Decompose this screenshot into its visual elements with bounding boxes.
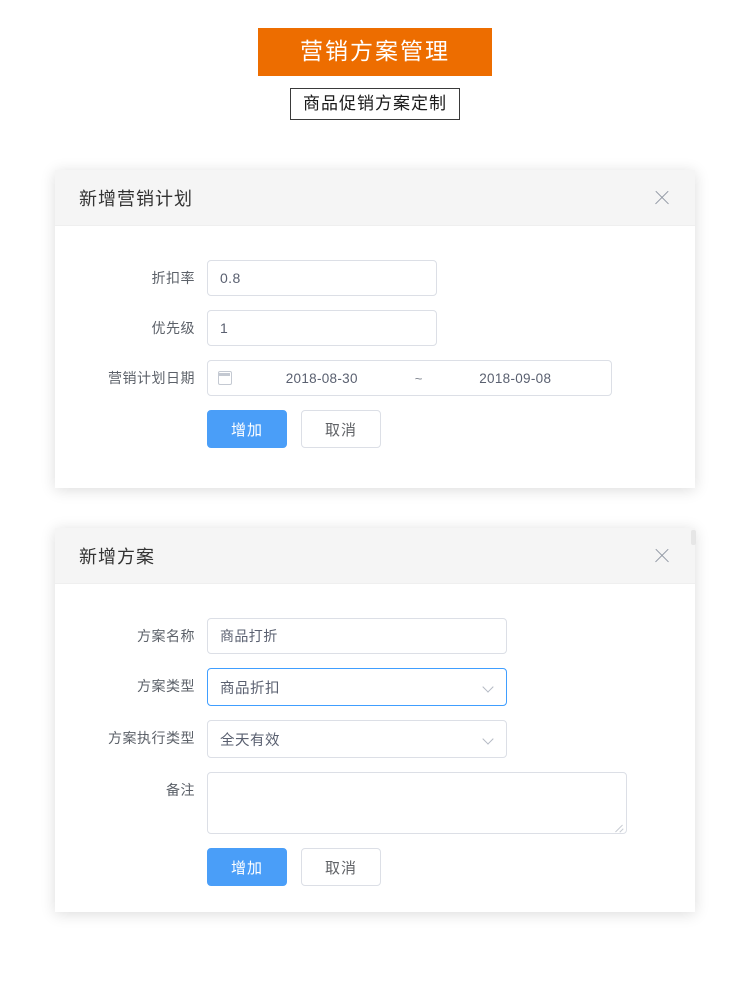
close-icon[interactable] — [651, 187, 673, 209]
page-header: 营销方案管理 商品促销方案定制 — [0, 0, 750, 121]
scheme-exec-type-value: 全天有效 — [220, 732, 280, 749]
add-button[interactable]: 增加 — [207, 410, 287, 448]
field-discount-rate: 0.8 — [207, 260, 437, 296]
resize-handle-icon[interactable] — [614, 821, 624, 831]
field-plan-date: 2018-08-30 ~ 2018-09-08 — [207, 360, 612, 396]
cancel-button[interactable]: 取消 — [301, 410, 381, 448]
calendar-icon — [218, 371, 232, 385]
field-remark — [207, 772, 627, 834]
plan-date-start[interactable]: 2018-08-30 — [236, 371, 408, 386]
subtitle-wrapper: 商品促销方案定制 — [0, 88, 750, 121]
label-scheme-exec-type: 方案执行类型 — [108, 730, 195, 746]
plan-date-range-picker[interactable]: 2018-08-30 ~ 2018-09-08 — [207, 360, 612, 396]
close-icon[interactable] — [651, 545, 673, 567]
label-discount-rate: 折扣率 — [151, 270, 195, 286]
discount-rate-input[interactable]: 0.8 — [207, 260, 437, 296]
add-button[interactable]: 增加 — [207, 848, 287, 886]
dialog-header: 新增方案 — [55, 528, 695, 584]
form-row-plan-date: 营销计划日期 2018-08-30 ~ 2018-09-08 — [55, 360, 695, 396]
page-title-banner: 营销方案管理 — [258, 28, 492, 76]
dialog-scheme-button-row: 增加 取消 — [55, 848, 695, 886]
label-remark: 备注 — [166, 782, 195, 798]
plan-date-separator: ~ — [414, 370, 423, 386]
chevron-down-icon — [483, 734, 494, 745]
dialog-body: 折扣率 0.8 优先级 1 营销计划日期 2018-08-30 ~ 2018-0… — [55, 226, 695, 448]
form-row-discount-rate: 折扣率 0.8 — [55, 260, 695, 296]
field-priority: 1 — [207, 310, 437, 346]
remark-textarea[interactable] — [207, 772, 627, 834]
label-scheme-type: 方案类型 — [137, 678, 195, 694]
label-scheme-name: 方案名称 — [137, 628, 195, 644]
page-subtitle: 商品促销方案定制 — [290, 88, 460, 121]
scheme-type-value: 商品折扣 — [220, 680, 280, 697]
field-scheme-exec-type: 全天有效 — [207, 720, 507, 758]
dialog-title: 新增方案 — [79, 546, 155, 567]
scheme-type-select[interactable]: 商品折扣 — [207, 668, 507, 706]
form-row-scheme-type: 方案类型 商品折扣 — [55, 668, 695, 706]
field-scheme-name: 商品打折 — [207, 618, 507, 654]
cancel-button[interactable]: 取消 — [301, 848, 381, 886]
dialog-new-scheme: 新增方案 方案名称 商品打折 方案类型 商品折扣 方案执行类型 全天有效 备注 … — [55, 528, 696, 912]
dialog-header: 新增营销计划 — [55, 170, 695, 226]
field-scheme-type: 商品折扣 — [207, 668, 507, 706]
scheme-name-input[interactable]: 商品打折 — [207, 618, 507, 654]
label-plan-date: 营销计划日期 — [108, 370, 195, 386]
dialog-new-marketing-plan: 新增营销计划 折扣率 0.8 优先级 1 营销计划日期 2018-08-30 ~… — [55, 170, 695, 488]
scrollbar-fragment[interactable] — [691, 530, 696, 545]
form-row-priority: 优先级 1 — [55, 310, 695, 346]
dialog-plan-button-row: 增加 取消 — [55, 410, 695, 448]
scheme-exec-type-select[interactable]: 全天有效 — [207, 720, 507, 758]
form-row-scheme-exec-type: 方案执行类型 全天有效 — [55, 720, 695, 758]
dialog-title: 新增营销计划 — [79, 188, 193, 209]
form-row-remark: 备注 — [55, 772, 695, 834]
plan-date-end[interactable]: 2018-09-08 — [430, 371, 602, 386]
label-priority: 优先级 — [151, 320, 195, 336]
form-row-scheme-name: 方案名称 商品打折 — [55, 618, 695, 654]
dialog-body: 方案名称 商品打折 方案类型 商品折扣 方案执行类型 全天有效 备注 增加 取消 — [55, 584, 695, 886]
priority-input[interactable]: 1 — [207, 310, 437, 346]
chevron-down-icon — [483, 682, 494, 693]
